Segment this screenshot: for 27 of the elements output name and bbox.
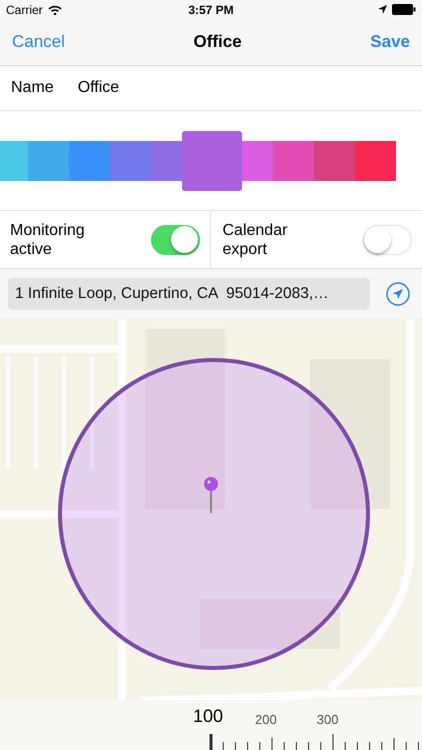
color-swatch[interactable]	[182, 130, 242, 191]
toggle-label: Calendar export	[222, 220, 288, 259]
battery-icon	[392, 4, 416, 16]
color-swatch[interactable]	[355, 140, 396, 181]
color-swatch[interactable]	[28, 140, 69, 181]
distance-ruler[interactable]: 100 200 300	[0, 700, 422, 750]
location-arrow-icon	[378, 5, 387, 14]
toggle-switch[interactable]	[363, 224, 412, 255]
color-swatch[interactable]	[151, 140, 182, 181]
wifi-icon	[48, 4, 62, 15]
current-location-button[interactable]	[386, 282, 410, 306]
color-swatch[interactable]	[273, 140, 314, 181]
carrier-text: Carrier	[6, 2, 43, 17]
name-label: Name	[11, 78, 54, 97]
color-swatch[interactable]	[69, 140, 110, 181]
nav-title: Office	[194, 32, 242, 52]
ruler-label: 100	[193, 706, 224, 728]
ruler-label: 300	[316, 712, 338, 728]
toggle-switch[interactable]	[150, 224, 200, 255]
map-pin-icon	[204, 477, 218, 514]
color-swatch[interactable]	[242, 140, 273, 181]
toggle-label: Monitoring active	[10, 220, 86, 259]
color-swatch[interactable]	[314, 140, 355, 181]
address-field[interactable]: 1 Infinite Loop, Cupertino, CA 95014-2083,…	[8, 278, 370, 310]
ruler-label: 200	[255, 712, 277, 728]
status-time: 3:57 PM	[188, 2, 234, 17]
color-swatch[interactable]	[110, 140, 151, 181]
